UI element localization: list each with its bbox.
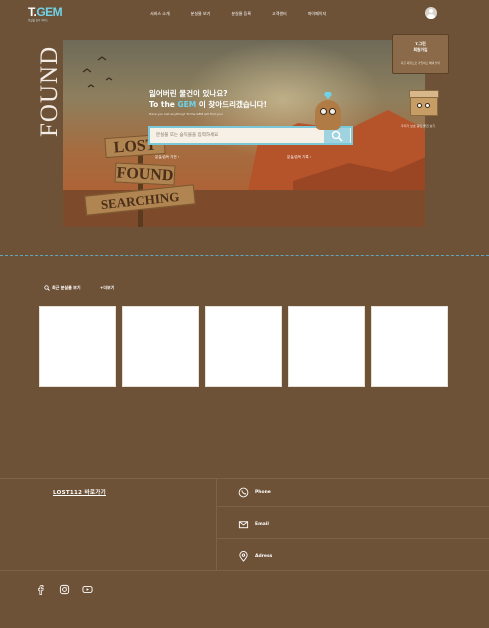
lost-item-card[interactable]: [122, 306, 199, 387]
lost-item-card[interactable]: [288, 306, 365, 387]
contact-email: Email: [238, 519, 269, 530]
main-nav: 서비스 소개 분실물 보기 분실물 등록 고객센터 마이페이지: [150, 11, 347, 17]
phone-icon: [238, 487, 249, 498]
location-pin-icon: [239, 551, 248, 562]
logo-text: T.GEM: [28, 5, 63, 19]
footer-bottom-line: [0, 570, 489, 571]
top-header: T.GEM 분실물 찾기 서비스 서비스 소개 분실물 보기 분실물 등록 고객…: [0, 0, 489, 28]
footer-vertical-line: [216, 478, 217, 570]
lost-item-card[interactable]: [371, 306, 448, 387]
recent-items-list: [39, 306, 448, 387]
hero-title-line1: 잃어버린 물건이 있나요?: [149, 89, 228, 98]
logo-gem: GEM: [36, 5, 63, 19]
mole-mascot-icon: [313, 92, 343, 130]
address-label: Adress: [255, 554, 273, 559]
footer-line: [216, 538, 489, 539]
search-icon: [44, 285, 50, 291]
facebook-icon[interactable]: [36, 584, 47, 595]
email-label: Email: [255, 522, 269, 527]
youtube-icon[interactable]: [82, 584, 93, 595]
more-link[interactable]: +더보기: [100, 285, 114, 291]
lost-record-link[interactable]: 분실/습득 기록 ›: [287, 155, 311, 160]
nav-view-lost[interactable]: 분실물 보기: [191, 11, 211, 17]
signup-card-sub: 지금 회원으로 가입하고 혜택 받기: [400, 61, 441, 65]
footer-line: [216, 506, 489, 507]
box-caption[interactable]: 우리가 보호 중인 물건 보기: [401, 124, 435, 128]
section-divider: [0, 255, 489, 258]
lost-item-card[interactable]: [205, 306, 282, 387]
nav-register-lost[interactable]: 분실물 등록: [231, 11, 251, 17]
signup-card-title: T.그린 회원가입: [413, 41, 428, 52]
nav-customer-center[interactable]: 고객센터: [272, 11, 287, 17]
contact-phone: Phone: [238, 487, 271, 498]
found-side-word: FOUND: [36, 42, 63, 137]
hero-title-line2: To the GEM 이 찾아드리겠습니다!: [149, 100, 268, 109]
phone-label: Phone: [255, 490, 271, 495]
user-avatar-icon[interactable]: [425, 7, 437, 19]
search-icon: [331, 130, 343, 142]
nav-mypage[interactable]: 마이페이지: [308, 11, 326, 17]
birds-icon: [82, 56, 113, 88]
footer-top-line: [0, 478, 489, 479]
search-button[interactable]: [324, 128, 350, 143]
lost-appliance-link[interactable]: 분실/습득 가전 ›: [155, 155, 179, 160]
hero-banner: LOST FOUND SEARCHING 잃어버린 물건이 있나요? To th…: [63, 40, 425, 227]
nav-about[interactable]: 서비스 소개: [150, 11, 170, 17]
hero-subtitle: Have you lost anything? To the GEM will …: [149, 112, 224, 116]
lost112-link[interactable]: LOST112 바로가기: [53, 488, 106, 496]
site-logo[interactable]: T.GEM 분실물 찾기 서비스: [28, 5, 63, 22]
box-mascot-icon[interactable]: [409, 90, 439, 116]
instagram-icon[interactable]: [59, 584, 70, 595]
contact-address: Adress: [238, 551, 272, 562]
hero-title: 잃어버린 물건이 있나요? To the GEM 이 찾아드리겠습니다!: [149, 88, 267, 110]
search-input[interactable]: [150, 128, 324, 143]
recent-lost-title-text: 최근 분실물 보기: [52, 285, 81, 290]
signup-card[interactable]: T.그린 회원가입 지금 회원으로 가입하고 혜택 받기: [392, 34, 449, 74]
found-text: FOUND: [36, 45, 63, 137]
lost-item-card[interactable]: [39, 306, 116, 387]
mail-icon: [238, 521, 249, 529]
sign-found: FOUND: [114, 162, 176, 186]
recent-lost-title: 최근 분실물 보기: [44, 285, 81, 291]
